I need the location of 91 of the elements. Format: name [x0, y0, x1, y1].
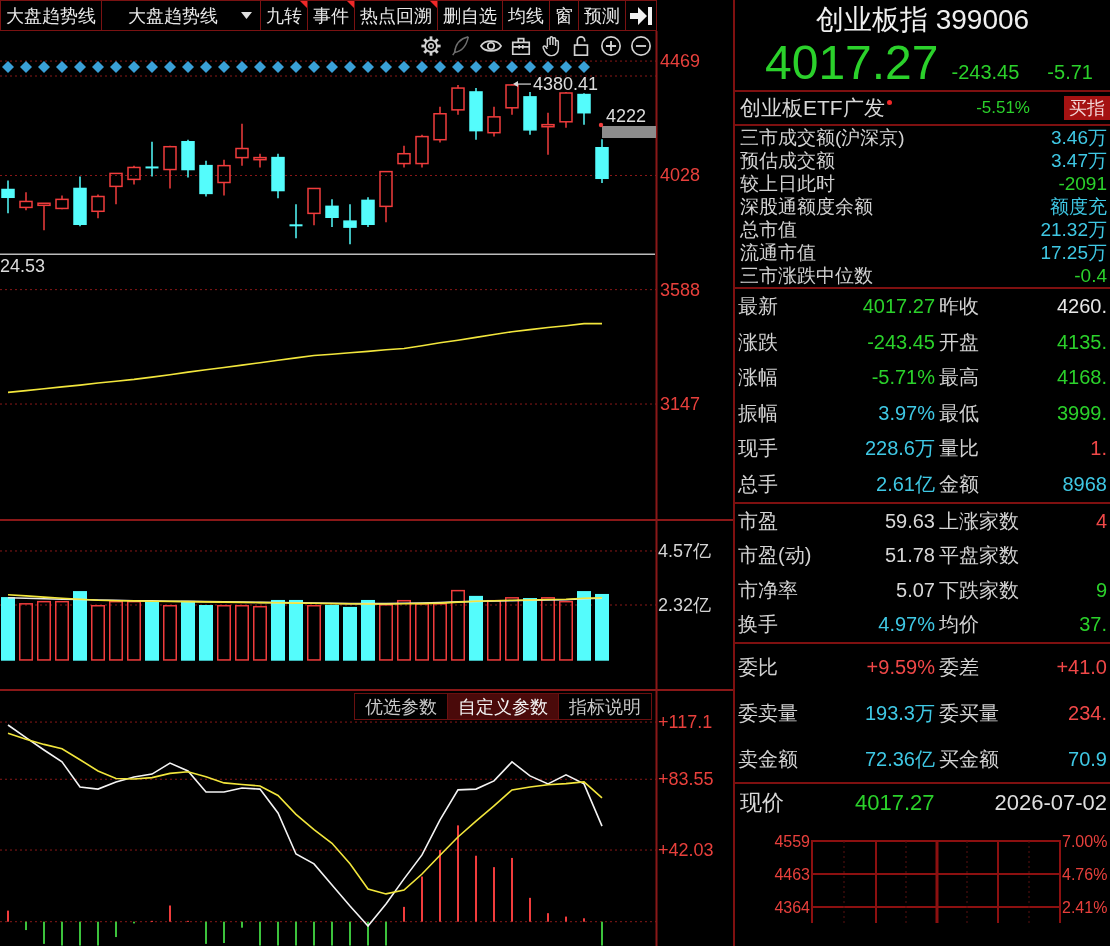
axis-tick-label: 4463 [774, 866, 810, 883]
quote-value: 59.63 [884, 509, 935, 533]
price-level-label: 24.53 [0, 256, 46, 277]
quote-value: 3999. [1056, 401, 1107, 425]
price-change: -243.45 [951, 61, 1020, 84]
quote-label: 委买量 [938, 700, 999, 726]
quote-label: 委差 [938, 654, 980, 680]
stat-label: 深股通额度余额 [740, 194, 873, 219]
axis-tick-label: 2.41% [1062, 899, 1108, 916]
quote-value: 4168. [1056, 366, 1107, 390]
quote-label: 市盈 [738, 508, 779, 534]
axis-tick-label: 4364 [774, 899, 810, 916]
quote-date: 2026-07-02 [994, 790, 1107, 816]
quote-value: 51.78 [884, 544, 935, 568]
axis-tick-label: 7.00% [1062, 833, 1108, 850]
quote-label: 金额 [938, 471, 979, 497]
quote-label: 委卖量 [738, 700, 799, 726]
stat-value: -0.4 [1074, 264, 1107, 287]
current-price: 4017.27 [855, 790, 935, 816]
quote-label: 委比 [738, 654, 779, 680]
quote-value: 4 [1095, 509, 1107, 533]
axis-tick-label: +42.03 [658, 840, 714, 861]
axis-tick-label: 4.76% [1062, 866, 1108, 883]
quote-label: 平盘家数 [938, 543, 1019, 569]
axis-tick-label: 4559 [774, 833, 810, 850]
stat-value: 17.25万 [1040, 240, 1107, 265]
quote-label: 买金额 [938, 746, 999, 772]
quote-value: +41.0 [1056, 655, 1107, 679]
stat-label: 较上日此时 [740, 171, 835, 196]
quote-label: 上涨家数 [938, 508, 1019, 534]
stat-label: 三市成交额(沪深京) [740, 125, 905, 150]
quote-value: 4260. [1056, 295, 1107, 319]
quote-value: -5.71% [871, 366, 935, 390]
axis-tick-label: 4028 [660, 165, 701, 186]
quote-value: 70.9 [1068, 747, 1107, 771]
axis-tick-label: 3588 [660, 279, 701, 300]
quote-label: 现手 [738, 436, 779, 462]
stat-label: 总市值 [740, 217, 797, 242]
axis-tick-label: +83.55 [658, 769, 714, 790]
quote-label: 最新 [738, 294, 779, 320]
quote-value: 5.07 [896, 578, 935, 602]
quote-label: 最低 [938, 400, 979, 426]
quote-label: 量比 [938, 436, 979, 462]
quote-label: 市净率 [738, 577, 799, 603]
quote-value: 2.61亿 [876, 471, 935, 497]
quote-value: 1. [1090, 437, 1107, 461]
quote-label: 涨幅 [738, 365, 779, 391]
high-price-label: 4380.41 [533, 74, 599, 95]
stat-label: 预估成交额 [740, 148, 835, 173]
quote-label: 均价 [938, 612, 980, 638]
quote-value: +9.59% [866, 655, 935, 679]
axis-tick-label: 3147 [660, 394, 701, 415]
quote-value: 9 [1095, 578, 1107, 602]
quote-value: 193.3万 [864, 700, 935, 726]
quote-value: 37. [1079, 613, 1107, 637]
quote-value: 3.97% [878, 401, 935, 425]
current-price-label: 现价 [740, 789, 785, 817]
price-tag-label: 4222 [606, 106, 647, 126]
quote-value: 234. [1068, 701, 1107, 725]
quote-label: 最高 [938, 365, 979, 391]
stat-label: 流通市值 [740, 240, 816, 265]
axis-tick-label: 4.57亿 [658, 540, 712, 561]
quote-label: 换手 [738, 612, 779, 638]
last-price: 4017.27 [765, 38, 939, 88]
quote-value: 4017.27 [862, 295, 935, 319]
stat-value: 额度充 [1050, 194, 1107, 219]
quote-label: 昨收 [938, 294, 979, 320]
stat-value: 3.47万 [1051, 148, 1107, 173]
quote-value: 72.36亿 [864, 746, 935, 772]
quote-label: 振幅 [738, 400, 779, 426]
index-title: 创业板指 399006 [814, 3, 1031, 37]
quote-value: 8968 [1062, 472, 1107, 496]
axis-tick-label: 2.32亿 [658, 595, 712, 615]
quote-label: 下跌家数 [938, 577, 1019, 603]
axis-tick-label: 4469 [660, 51, 701, 72]
quote-label: 涨跌 [738, 329, 779, 355]
axis-tick-label: +117.1 [658, 712, 713, 733]
stat-value: -2091 [1058, 172, 1107, 195]
quote-label: 卖金额 [738, 746, 799, 772]
quote-label: 开盘 [938, 329, 979, 355]
etf-change: -5.51% [976, 98, 1030, 118]
quote-value: 4135. [1056, 330, 1107, 354]
stat-label: 三市涨跌中位数 [740, 263, 873, 288]
percent-change: -5.71 [1047, 61, 1093, 84]
quote-label: 市盈(动) [738, 543, 813, 569]
stat-value: 3.46万 [1051, 125, 1107, 150]
quote-value: 228.6万 [864, 436, 935, 462]
quote-value: -243.45 [867, 330, 935, 354]
quote-value: 4.97% [878, 613, 935, 637]
quote-label: 总手 [738, 471, 779, 497]
stat-value: 21.32万 [1040, 217, 1107, 242]
